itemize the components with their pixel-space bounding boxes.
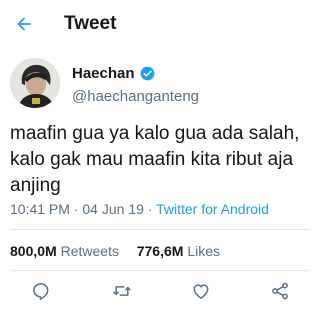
tweet-source-link[interactable]: Twitter for Android [156, 201, 269, 217]
likes-count: 776,6M [136, 243, 184, 259]
avatar[interactable] [10, 58, 60, 108]
page-title: Tweet [64, 13, 117, 34]
share-button[interactable] [269, 280, 291, 302]
tweet-author: Haechan @haechanganteng [10, 58, 310, 110]
tweet-date: 04 Jun 19 [82, 201, 144, 217]
tweet-detail-page: Tweet Haechan @haechanganteng maafin gua… [0, 0, 320, 314]
retweets-count: 800,0M [10, 243, 57, 259]
arrow-left-icon [17, 17, 31, 31]
retweets-stat[interactable]: 800,0M Retweets [10, 243, 123, 259]
verified-badge-icon [140, 66, 155, 81]
author-name-text: Haechan [72, 65, 135, 82]
tweet-text: maafin gua ya kalo gua ada salah, kalo g… [10, 123, 300, 196]
tweet-time: 10:41 PM [10, 201, 70, 217]
tweet-stats: 800,0M Retweets 776,6M Likes [10, 243, 220, 259]
heart-icon [193, 284, 209, 299]
divider [10, 270, 310, 271]
share-icon [272, 282, 288, 300]
retweet-button[interactable] [111, 280, 133, 302]
tweet-meta: 10:41 PM · 04 Jun 19 · Twitter for Andro… [10, 201, 269, 217]
retweet-icon [113, 286, 131, 296]
meta-separator: · [73, 201, 79, 217]
back-button[interactable] [12, 12, 36, 36]
header: Tweet [0, 0, 320, 46]
likes-stat[interactable]: 776,6M Likes [137, 243, 220, 259]
tweet-actions [0, 280, 320, 304]
meta-separator: · [147, 201, 153, 217]
divider [10, 229, 310, 230]
reply-icon [33, 283, 49, 300]
like-button[interactable] [190, 280, 212, 302]
author-handle[interactable]: @haechanganteng [72, 88, 199, 105]
likes-label: Likes [187, 243, 221, 259]
author-display-name[interactable]: Haechan [72, 65, 155, 82]
retweets-label: Retweets [60, 243, 119, 259]
reply-button[interactable] [30, 280, 52, 302]
